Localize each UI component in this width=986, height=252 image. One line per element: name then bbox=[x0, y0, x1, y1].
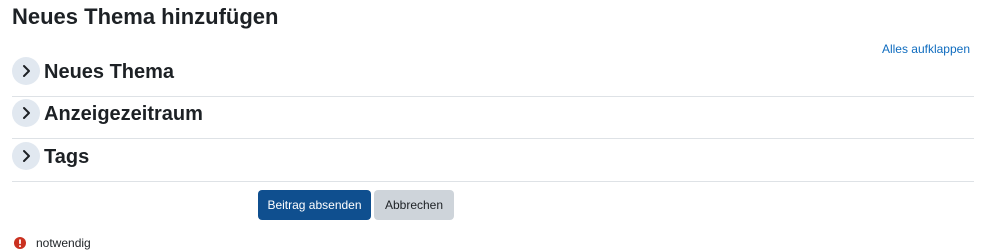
section-label[interactable]: Anzeigezeitraum bbox=[44, 100, 203, 128]
section-toggle[interactable] bbox=[12, 142, 40, 170]
cancel-button[interactable]: Abbrechen bbox=[374, 190, 454, 220]
section-neues-thema[interactable]: Neues Thema bbox=[12, 55, 974, 97]
required-legend: notwendig bbox=[14, 235, 91, 251]
section-toggle[interactable] bbox=[12, 99, 40, 127]
required-label: notwendig bbox=[36, 236, 91, 250]
exclamation-circle-icon bbox=[14, 237, 26, 249]
chevron-right-icon bbox=[23, 65, 30, 77]
section-label[interactable]: Tags bbox=[44, 143, 89, 171]
chevron-right-icon bbox=[23, 150, 30, 162]
page-title: Neues Thema hinzufügen bbox=[12, 4, 279, 29]
section-toggle[interactable] bbox=[12, 57, 40, 85]
section-label[interactable]: Neues Thema bbox=[44, 58, 174, 86]
submit-post-button[interactable]: Beitrag absenden bbox=[258, 190, 371, 220]
section-tags[interactable]: Tags bbox=[12, 140, 974, 182]
section-anzeigezeitraum[interactable]: Anzeigezeitraum bbox=[12, 97, 974, 139]
chevron-right-icon bbox=[23, 107, 30, 119]
